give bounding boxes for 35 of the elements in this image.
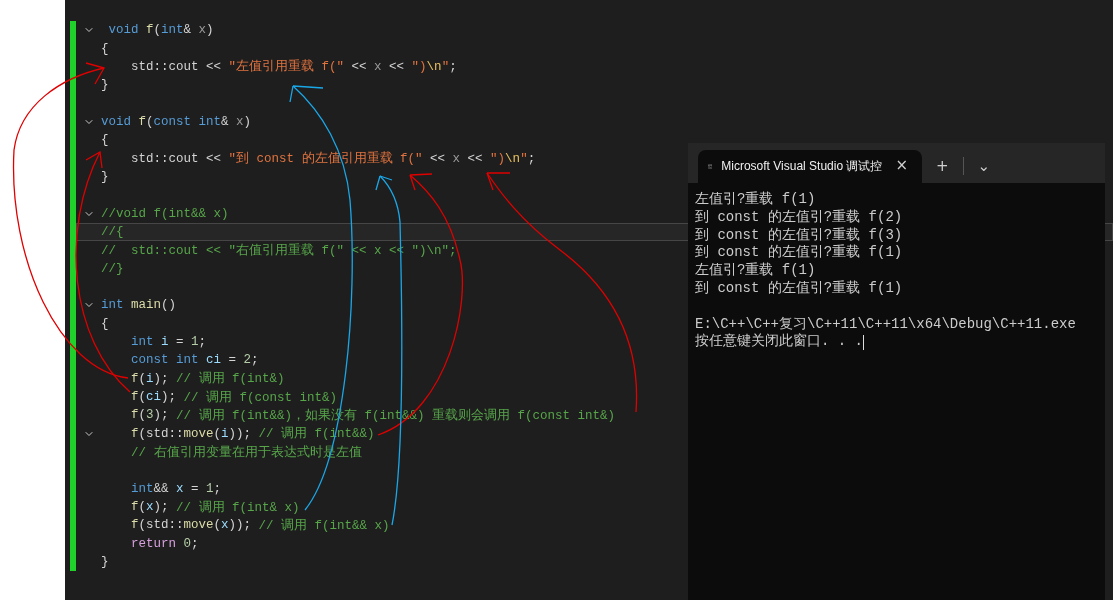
- close-tab-button[interactable]: ×: [891, 151, 912, 178]
- code-line: return 0;: [130, 536, 199, 551]
- output-line: E:\C++\C++复习\C++11\C++11\x64\Debug\C++11.exe: [695, 315, 1076, 333]
- code-line: //}: [101, 261, 124, 276]
- code-line: }: [101, 78, 109, 93]
- text-cursor: [863, 334, 864, 350]
- output-line: 按任意键关闭此窗口. . .: [695, 333, 863, 352]
- code-line: f(ci); // 调用 f(const int&): [130, 389, 338, 406]
- code-line: void f(const int& x): [101, 114, 252, 129]
- code-line: f(i); // 调用 f(int&): [130, 370, 285, 388]
- tab-title: Microsoft Visual Studio 调试控: [721, 158, 883, 175]
- code-line: std::cout << "左值引用重载 f(" << x << ")\n";: [130, 58, 457, 76]
- code-line: {: [101, 133, 109, 148]
- code-line: //{: [101, 224, 124, 239]
- code-line: void f(int& x): [107, 23, 214, 38]
- output-line: 到 const 的左值引?重载 f(1): [695, 280, 903, 298]
- output-line: 到 const 的左值引?重载 f(2): [695, 208, 903, 227]
- code-line: f(x); // 调用 f(int& x): [130, 499, 300, 516]
- terminal-tab[interactable]: Microsoft Visual Studio 调试控 ×: [698, 150, 922, 183]
- output-line: 到 const 的左值引?重载 f(3): [695, 226, 903, 244]
- code-line: }: [101, 169, 109, 184]
- code-line: }: [101, 555, 109, 570]
- output-line: 左值引?重载 f(1): [695, 191, 816, 209]
- code-line: {: [101, 316, 109, 331]
- output-line: 到 const 的左值引?重载 f(1): [695, 244, 903, 262]
- code-line: f(std::move(x)); // 调用 f(int&& x): [130, 517, 390, 534]
- code-line: //void f(int&& x): [101, 206, 229, 221]
- dropdown-button[interactable]: ⌄: [973, 153, 995, 179]
- code-line: {: [101, 41, 109, 56]
- code-line: int&& x = 1;: [130, 481, 222, 496]
- code-line: int main(): [101, 298, 177, 313]
- new-tab-button[interactable]: +: [932, 153, 953, 179]
- code-line: int i = 1;: [130, 335, 207, 349]
- code-line: const int ci = 2;: [130, 353, 259, 368]
- output-line: 左值引?重载 f(1): [695, 262, 816, 280]
